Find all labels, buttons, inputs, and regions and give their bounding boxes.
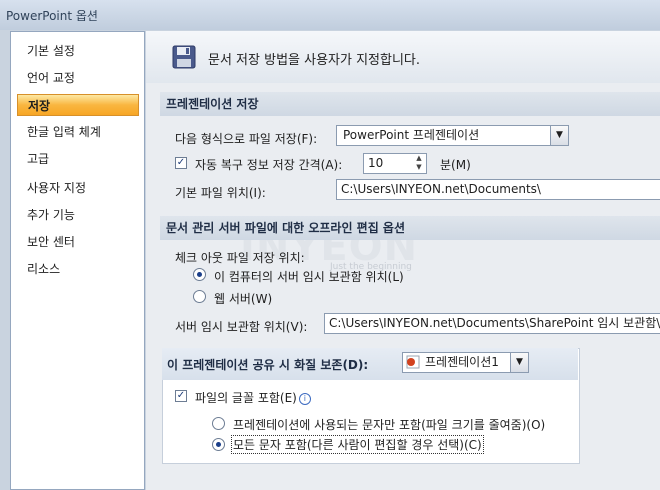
title-bar: PowerPoint 옵션 bbox=[0, 0, 660, 30]
sidebar-item-hangul-input[interactable]: 한글 입력 체계 bbox=[17, 121, 139, 143]
radio-web-server[interactable] bbox=[193, 290, 206, 303]
sidebar-item-basic[interactable]: 기본 설정 bbox=[17, 40, 139, 62]
presentation-dropdown[interactable]: 프레젠테이션1 ▼ bbox=[402, 352, 529, 373]
chevron-down-icon: ▼ bbox=[510, 353, 528, 372]
radio-all-chars[interactable] bbox=[212, 438, 225, 451]
sidebar-item-resources[interactable]: 리소스 bbox=[17, 258, 139, 280]
default-location-value: C:\Users\INYEON.net\Documents\ bbox=[341, 182, 541, 196]
format-label: 다음 형식으로 파일 저장(F): bbox=[175, 132, 318, 146]
floppy-disk-icon bbox=[172, 45, 196, 69]
radio-web-server-label: 웹 서버(W) bbox=[214, 292, 273, 306]
page-header-text: 문서 저장 방법을 사용자가 지정합니다. bbox=[208, 53, 421, 68]
format-dropdown-value: PowerPoint 프레젠테이션 bbox=[343, 128, 480, 142]
presentation-dropdown-value: 프레젠테이션1 bbox=[425, 355, 499, 369]
sidebar-item-trust-center[interactable]: 보안 센터 bbox=[17, 231, 139, 253]
sidebar-item-addins[interactable]: 추가 기능 bbox=[17, 204, 139, 226]
radio-local-server[interactable] bbox=[193, 268, 206, 281]
sidebar: 기본 설정 언어 교정 저장 한글 입력 체계 고급 사용자 지정 추가 기능 … bbox=[10, 31, 145, 490]
page-header: 문서 저장 방법을 사용자가 지정합니다. bbox=[146, 31, 660, 83]
section-title-save: 프레젠테이션 저장 bbox=[160, 92, 660, 116]
default-location-input[interactable]: C:\Users\INYEON.net\Documents\ bbox=[336, 179, 660, 200]
embed-fonts-label-text: 파일의 글꼴 포함(E) bbox=[195, 391, 297, 405]
autorecover-label: 자동 복구 정보 저장 간격(A): bbox=[195, 158, 343, 172]
section-title-offline: 문서 관리 서버 파일에 대한 오프라인 편집 옵션 bbox=[160, 216, 660, 240]
chevron-down-icon: ▼ bbox=[550, 126, 568, 145]
radio-used-chars[interactable] bbox=[212, 417, 225, 430]
fidelity-title: 이 프레젠테이션 공유 시 화질 보존(D): bbox=[167, 358, 369, 372]
sidebar-item-proofing[interactable]: 언어 교정 bbox=[17, 67, 139, 89]
autorecover-minutes-value: 10 bbox=[368, 156, 384, 170]
window-title: PowerPoint 옵션 bbox=[6, 9, 98, 23]
radio-all-chars-label: 모든 문자 포함(다른 사람이 편집할 경우 선택)(C) bbox=[231, 435, 484, 454]
checkout-label: 체크 아웃 파일 저장 위치: bbox=[175, 251, 305, 265]
default-location-label: 기본 파일 위치(I): bbox=[175, 186, 266, 200]
server-drafts-input[interactable]: C:\Users\INYEON.net\Documents\SharePoint… bbox=[324, 313, 660, 334]
info-icon: i bbox=[298, 393, 311, 405]
server-drafts-label: 서버 임시 보관함 위치(V): bbox=[175, 320, 308, 334]
server-drafts-value: C:\Users\INYEON.net\Documents\SharePoint… bbox=[329, 316, 660, 330]
embed-fonts-checkbox[interactable]: ✓ bbox=[175, 390, 187, 402]
autorecover-unit: 분(M) bbox=[440, 158, 471, 172]
sidebar-item-customize[interactable]: 사용자 지정 bbox=[17, 177, 139, 199]
autorecover-checkbox[interactable]: ✓ bbox=[175, 157, 187, 169]
powerpoint-file-icon bbox=[406, 355, 420, 369]
radio-local-server-label: 이 컴퓨터의 서버 임시 보관함 위치(L) bbox=[214, 270, 404, 284]
format-dropdown[interactable]: PowerPoint 프레젠테이션 ▼ bbox=[336, 125, 569, 146]
sidebar-item-save[interactable]: 저장 bbox=[17, 94, 139, 116]
sidebar-item-advanced[interactable]: 고급 bbox=[17, 148, 139, 170]
embed-fonts-label: 파일의 글꼴 포함(E) i bbox=[195, 389, 311, 406]
radio-used-chars-label: 프레젠테이션에 사용되는 문자만 포함(파일 크기를 줄여줌)(O) bbox=[233, 418, 546, 432]
spinner-arrows-icon[interactable]: ▲ ▼ bbox=[412, 154, 426, 173]
